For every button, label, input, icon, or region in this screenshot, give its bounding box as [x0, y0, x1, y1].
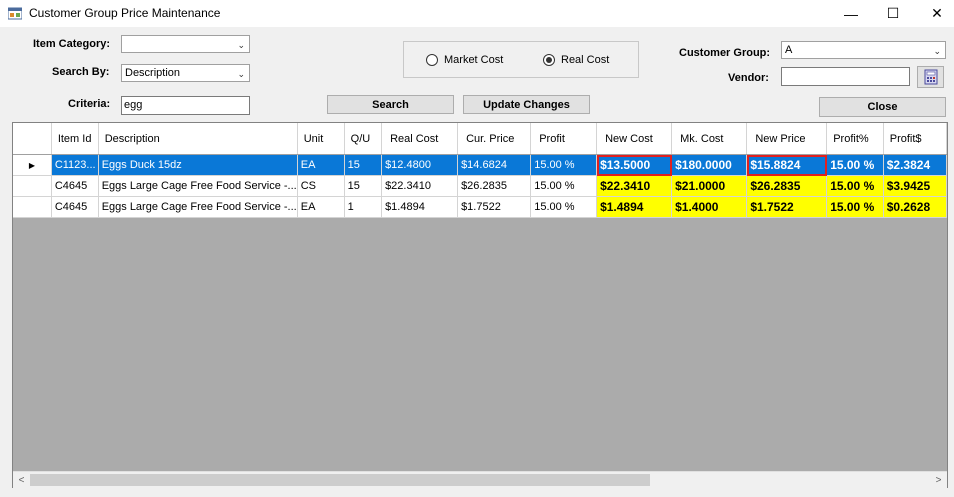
chevron-down-icon: ⌄ — [237, 69, 245, 79]
column-header[interactable]: Profit — [530, 123, 598, 155]
cell-description[interactable]: Eggs Duck 15dz — [98, 154, 298, 176]
scrollbar-thumb[interactable] — [30, 474, 650, 486]
cell-profit[interactable]: 15.00 % — [530, 154, 598, 176]
column-header[interactable]: Mk. Cost — [671, 123, 748, 155]
cell-profit-pct[interactable]: 15.00 % — [826, 196, 884, 218]
cell-new-price[interactable]: $26.2835 — [746, 175, 828, 197]
search-by-label: Search By: — [52, 66, 110, 78]
app-icon — [7, 6, 23, 20]
column-header[interactable]: Profit$ — [883, 123, 947, 155]
cell-profit[interactable]: 15.00 % — [530, 175, 598, 197]
row-selector[interactable] — [13, 175, 52, 197]
item-category-select[interactable]: ⌄ — [121, 35, 250, 53]
real-cost-label: Real Cost — [561, 54, 610, 66]
cell-item-id[interactable]: C4645 — [51, 196, 99, 218]
vendor-label: Vendor: — [728, 72, 769, 84]
title-bar: Customer Group Price Maintenance — ☐ ✕ — [0, 0, 954, 27]
criteria-input[interactable]: egg — [121, 96, 250, 115]
close-window-button[interactable]: ✕ — [914, 0, 954, 27]
row-selector[interactable] — [13, 196, 52, 218]
cell-unit[interactable]: CS — [297, 175, 345, 197]
cell-description[interactable]: Eggs Large Cage Free Food Service -... — [98, 175, 298, 197]
vendor-input[interactable] — [781, 67, 910, 86]
cell-qu[interactable]: 15 — [344, 154, 383, 176]
cell-qu[interactable]: 1 — [344, 196, 383, 218]
criteria-label: Criteria: — [68, 98, 111, 110]
cell-cur-price[interactable]: $14.6824 — [457, 154, 532, 176]
cell-mk-cost[interactable]: $180.0000 — [671, 154, 748, 176]
cell-unit[interactable]: EA — [297, 154, 345, 176]
cell-new-cost[interactable]: $13.5000 — [596, 154, 673, 176]
customer-group-select[interactable]: A ⌄ — [781, 41, 946, 59]
customer-group-value: A — [785, 44, 793, 56]
cell-description[interactable]: Eggs Large Cage Free Food Service -... — [98, 196, 298, 218]
column-header[interactable]: Item Id — [51, 123, 99, 155]
search-by-value: Description — [125, 67, 181, 79]
vendor-lookup-button[interactable] — [917, 66, 944, 88]
grid-header-row: Item Id Description Unit Q/U Real Cost C… — [13, 123, 947, 155]
chevron-down-icon: ⌄ — [237, 40, 245, 50]
cell-profit-amt[interactable]: $2.3824 — [883, 154, 947, 176]
table-row[interactable]: C4645 Eggs Large Cage Free Food Service … — [13, 175, 947, 197]
column-header[interactable]: Profit% — [826, 123, 884, 155]
market-cost-radio[interactable] — [426, 54, 438, 66]
search-button[interactable]: Search — [327, 95, 454, 114]
table-row[interactable]: C4645 Eggs Large Cage Free Food Service … — [13, 196, 947, 218]
maximize-button[interactable]: ☐ — [870, 0, 916, 27]
row-selector[interactable]: ▶ — [13, 154, 52, 176]
scroll-right-arrow[interactable]: > — [930, 472, 947, 488]
close-button[interactable]: Close — [819, 97, 946, 117]
column-header[interactable]: Cur. Price — [457, 123, 532, 155]
cell-real-cost[interactable]: $1.4894 — [381, 196, 459, 218]
grid-table: Item Id Description Unit Q/U Real Cost C… — [13, 123, 947, 218]
column-header[interactable]: Unit — [297, 123, 345, 155]
window-title: Customer Group Price Maintenance — [29, 6, 221, 20]
real-cost-radio[interactable] — [543, 54, 555, 66]
column-header[interactable]: New Price — [746, 123, 828, 155]
cell-profit-pct[interactable]: 15.00 % — [826, 175, 884, 197]
cell-real-cost[interactable]: $12.4800 — [381, 154, 459, 176]
minimize-button[interactable]: — — [828, 0, 874, 27]
cell-new-cost[interactable]: $1.4894 — [596, 196, 673, 218]
cell-profit-amt[interactable]: $0.2628 — [883, 196, 947, 218]
cell-qu[interactable]: 15 — [344, 175, 383, 197]
update-changes-button[interactable]: Update Changes — [463, 95, 590, 114]
cost-type-group: Market Cost Real Cost — [403, 41, 639, 78]
cell-real-cost[interactable]: $22.3410 — [381, 175, 459, 197]
customer-group-label: Customer Group: — [679, 47, 771, 59]
cell-item-id[interactable]: C1123... — [51, 154, 99, 176]
cell-mk-cost[interactable]: $21.0000 — [671, 175, 748, 197]
cell-new-price[interactable]: $1.7522 — [746, 196, 828, 218]
cell-mk-cost[interactable]: $1.4000 — [671, 196, 748, 218]
cell-profit-pct[interactable]: 15.00 % — [826, 154, 884, 176]
cell-new-cost[interactable]: $22.3410 — [596, 175, 673, 197]
table-row[interactable]: ▶ C1123... Eggs Duck 15dz EA 15 $12.4800… — [13, 154, 947, 176]
row-indicator-icon: ▶ — [28, 161, 35, 170]
item-category-label: Item Category: — [33, 38, 111, 50]
market-cost-label: Market Cost — [444, 54, 504, 66]
chevron-down-icon: ⌄ — [933, 46, 941, 56]
column-header[interactable]: Real Cost — [381, 123, 459, 155]
cell-cur-price[interactable]: $1.7522 — [457, 196, 532, 218]
column-header[interactable]: Q/U — [344, 123, 383, 155]
search-by-select[interactable]: Description ⌄ — [121, 64, 250, 82]
cell-unit[interactable]: EA — [297, 196, 345, 218]
cell-profit[interactable]: 15.00 % — [530, 196, 598, 218]
horizontal-scrollbar[interactable]: < > — [13, 471, 947, 488]
price-grid[interactable]: Item Id Description Unit Q/U Real Cost C… — [12, 122, 948, 488]
cell-item-id[interactable]: C4645 — [51, 175, 99, 197]
row-header-corner — [13, 123, 52, 155]
calculator-icon — [924, 69, 937, 85]
scroll-left-arrow[interactable]: < — [13, 472, 30, 488]
cell-new-price[interactable]: $15.8824 — [746, 154, 828, 176]
cell-profit-amt[interactable]: $3.9425 — [883, 175, 947, 197]
column-header[interactable]: New Cost — [596, 123, 673, 155]
cell-cur-price[interactable]: $26.2835 — [457, 175, 532, 197]
column-header[interactable]: Description — [98, 123, 298, 155]
